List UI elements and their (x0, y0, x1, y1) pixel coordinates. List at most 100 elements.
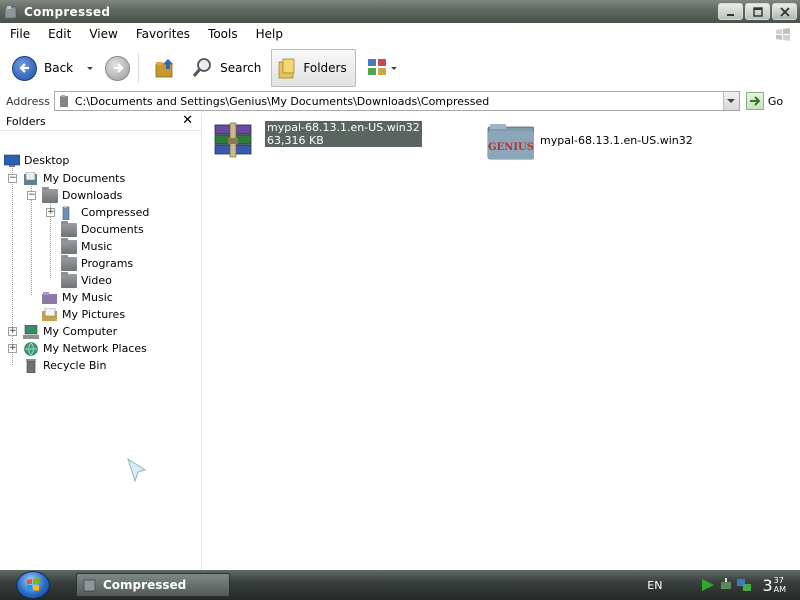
folders-label: Folders (303, 61, 347, 75)
menu-tools[interactable]: Tools (208, 27, 238, 41)
close-button[interactable] (772, 3, 797, 20)
tree-label: Desktop (24, 154, 70, 167)
language-indicator[interactable]: EN (647, 579, 662, 592)
back-button[interactable]: Back (8, 49, 99, 87)
toolbar-divider (138, 53, 140, 83)
chevron-down-icon (727, 99, 736, 103)
start-button[interactable] (12, 570, 54, 600)
address-bar: Address C:\Documents and Settings\Genius… (0, 90, 800, 112)
folder-brand-text: GENIUS (488, 142, 534, 153)
windows-flag-icon (774, 26, 792, 42)
pictures-folder-icon (42, 307, 57, 321)
taskbar-window-label: Compressed (103, 578, 187, 592)
expand-toggle[interactable]: + (46, 208, 55, 217)
folder-icon (61, 220, 77, 237)
windows-logo-icon (16, 571, 50, 599)
music-folder-icon (42, 291, 57, 304)
go-button[interactable]: Go (745, 92, 784, 110)
back-arrow-icon (12, 55, 37, 81)
collapse-toggle[interactable]: − (8, 174, 17, 183)
tree-item-my-computer[interactable]: My Computer (23, 323, 117, 340)
address-dropdown-button[interactable] (722, 92, 739, 110)
views-button[interactable] (362, 49, 402, 87)
file-item-folder[interactable]: GENIUS mypal-68.13.1.en-US.win32 (486, 121, 693, 161)
tree-item-recycle-bin[interactable]: Recycle Bin (23, 357, 106, 374)
genius-folder-icon: GENIUS (487, 124, 534, 160)
tree-item-programs[interactable]: Programs (61, 254, 134, 272)
tree-label: Music (81, 240, 113, 253)
menu-file[interactable]: File (10, 27, 30, 41)
taskbar-clock[interactable]: 3 37 AM (762, 576, 786, 595)
my-documents-icon (24, 171, 37, 185)
minimize-button[interactable] (718, 3, 743, 20)
file-label-selected: mypal-68.13.1.en-US.win32 63,316 KB (265, 121, 422, 147)
menu-favorites[interactable]: Favorites (136, 27, 190, 41)
folder-icon (59, 95, 68, 107)
winrar-archive-icon (214, 122, 252, 158)
folder-name: mypal-68.13.1.en-US.win32 (540, 134, 693, 147)
tree-item-downloads[interactable]: Downloads (42, 186, 122, 204)
file-list-view[interactable]: mypal-68.13.1.en-US.win32 63,316 KB GENI… (127, 113, 800, 570)
tree-item-my-music[interactable]: My Music (42, 289, 113, 306)
menu-edit[interactable]: Edit (48, 27, 71, 41)
folder-icon (61, 237, 77, 254)
tree-label: My Music (62, 291, 113, 304)
menu-help[interactable]: Help (256, 27, 283, 41)
file-size: 63,316 KB (267, 134, 324, 147)
taskbar: Compressed EN 3 37 AM (0, 570, 800, 600)
tree-item-my-documents[interactable]: My Documents (23, 170, 125, 187)
address-label: Address (6, 94, 50, 108)
expand-toggle[interactable]: + (8, 344, 17, 353)
tree-item-video[interactable]: Video (61, 271, 112, 289)
search-button[interactable]: Search (187, 49, 265, 87)
search-label: Search (220, 61, 262, 75)
go-arrow-icon (745, 92, 764, 110)
views-dropdown-icon (390, 67, 397, 70)
recycle-bin-icon (26, 358, 36, 373)
tree-label: Video (81, 274, 112, 287)
file-item-archive[interactable]: mypal-68.13.1.en-US.win32 63,316 KB (211, 121, 422, 161)
back-label: Back (44, 61, 74, 75)
network-connection-icon[interactable] (736, 577, 752, 593)
search-icon (193, 58, 212, 77)
tree-label: Compressed (81, 206, 150, 219)
go-label: Go (767, 94, 784, 108)
folders-pane-close-icon[interactable]: ✕ (182, 113, 193, 128)
maximize-button[interactable] (745, 3, 770, 20)
clock-hour: 3 (762, 575, 773, 595)
folder-window-icon (4, 5, 18, 19)
menu-view[interactable]: View (89, 27, 117, 41)
address-path: C:\Documents and Settings\Genius\My Docu… (74, 94, 490, 108)
back-dropdown-icon[interactable] (85, 63, 95, 73)
open-folder-icon (62, 205, 70, 220)
expand-toggle[interactable]: + (8, 327, 17, 336)
forward-button[interactable] (101, 49, 134, 87)
tree-item-desktop[interactable]: Desktop (4, 152, 69, 169)
up-folder-button[interactable] (149, 49, 181, 87)
folders-button[interactable]: Folders (271, 49, 356, 87)
tree-label: My Computer (43, 325, 118, 338)
collapse-toggle[interactable]: − (27, 191, 36, 200)
minimize-icon (726, 13, 734, 16)
tree-label: Documents (81, 223, 144, 236)
computer-icon (23, 324, 39, 339)
close-icon (779, 6, 790, 17)
tree-label: Recycle Bin (43, 359, 107, 372)
tree-item-documents[interactable]: Documents (61, 220, 144, 238)
mouse-cursor-icon (127, 457, 147, 483)
window-title: Compressed (24, 4, 111, 19)
tree-item-my-network-places[interactable]: My Network Places (23, 340, 147, 357)
tree-item-my-pictures[interactable]: My Pictures (42, 306, 125, 323)
tree-label: Programs (81, 257, 134, 270)
address-input[interactable]: C:\Documents and Settings\Genius\My Docu… (53, 91, 740, 111)
tree-item-compressed[interactable]: Compressed (61, 204, 149, 221)
tree-item-music[interactable]: Music (61, 237, 113, 255)
forward-arrow-icon (105, 55, 131, 81)
tree-label: My Network Places (43, 342, 147, 355)
taskbar-window-button[interactable]: Compressed (76, 573, 230, 597)
folders-icon (279, 58, 295, 79)
tree-label: My Documents (43, 172, 126, 185)
title-bar[interactable]: Compressed (0, 0, 800, 23)
safely-remove-hardware-icon[interactable] (718, 577, 734, 593)
play-icon[interactable] (700, 577, 716, 593)
